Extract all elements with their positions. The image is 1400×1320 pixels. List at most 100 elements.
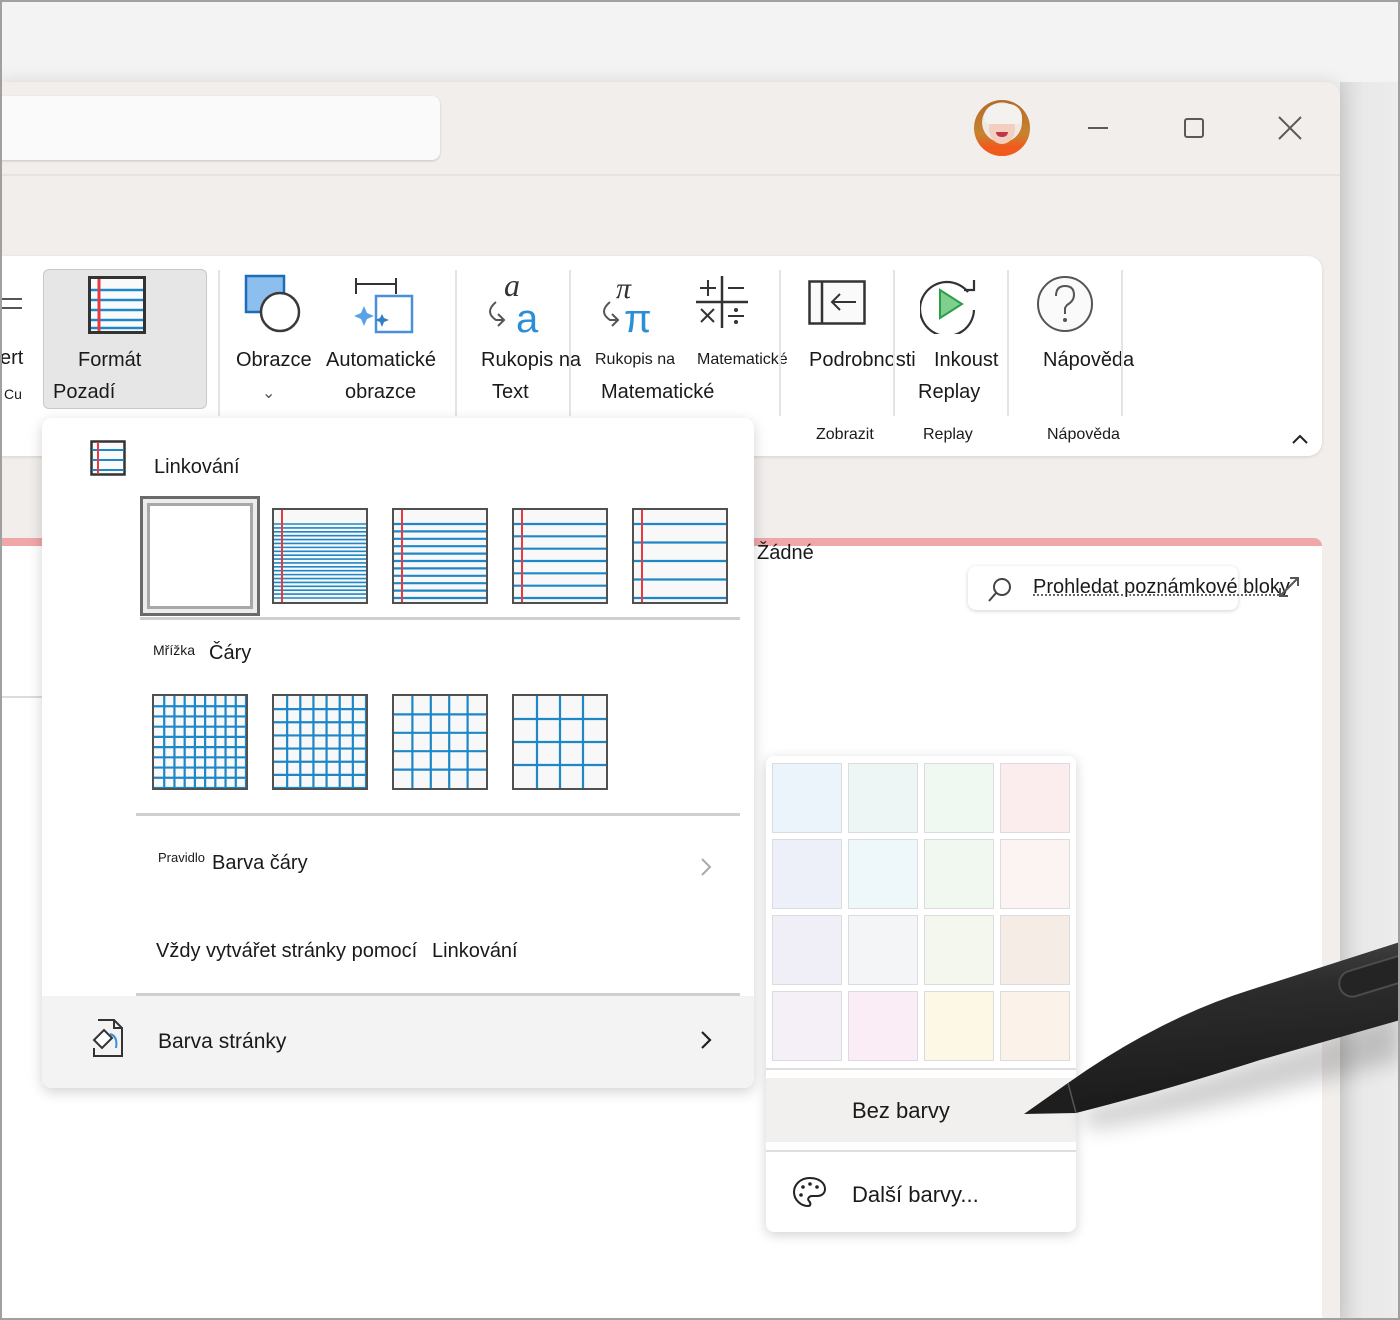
ruled-lines-heading: Linkování [154,456,240,478]
maximize-button[interactable] [1174,108,1214,148]
color-swatch[interactable] [924,763,994,833]
ribbon-separator [893,270,895,416]
none-label: Žádné [757,542,814,564]
color-swatch[interactable] [772,915,842,985]
ink-replay-label-2: Replay [918,381,981,403]
ribbon-separator [779,270,781,416]
auto-shapes-icon [354,278,414,334]
math-label: Matematické [697,351,788,368]
shapes-label: Obrazce [236,349,312,371]
auto-shapes-button[interactable]: Automatické obrazce [326,270,448,410]
color-swatch[interactable] [848,991,918,1061]
ink-replay-icon [920,280,976,334]
title-divider [0,174,1340,176]
details-label: Podrobnosti [809,349,916,371]
color-swatch[interactable] [924,915,994,985]
shapes-button[interactable]: Obrazce ⌄ [232,270,322,410]
view-group-label: Zobrazit [816,426,874,443]
blank-page-preview [147,503,253,609]
color-swatch[interactable] [924,839,994,909]
help-button[interactable]: Nápověda [1036,270,1146,380]
divider [766,1068,1076,1070]
grid-lines-heading: Čáry [209,642,252,664]
insert-icon [0,298,22,309]
page-color-popup: Bez barvy Další barvy... [766,756,1076,1232]
color-swatch[interactable] [1000,763,1070,833]
math-icon [696,276,748,328]
ink-to-math-label: Rukopis na [595,351,676,368]
ruled-option-none[interactable] [140,496,260,616]
ribbon-separator [1007,270,1009,416]
grid-small-label: Mřížka [153,642,195,658]
color-swatch[interactable] [1000,991,1070,1061]
page-color-menu-item[interactable]: Barva stránky [42,996,754,1088]
title-search-input[interactable] [0,96,440,160]
ink-replay-label-1: Inkoust [934,349,999,371]
color-swatch[interactable] [924,991,994,1061]
grid-option-very-large[interactable] [512,694,608,790]
shapes-chevron-icon: ⌄ [262,385,276,402]
ribbon-separator [218,270,220,416]
search-icon [988,578,1011,602]
ruled-option-wide[interactable] [632,508,728,604]
format-label-1: Formát [78,349,142,371]
close-button[interactable] [1270,108,1310,148]
color-swatch[interactable] [848,839,918,909]
page-list-divider [0,696,42,698]
paint-bucket-icon [92,1019,123,1057]
ink-to-text-button[interactable]: a a Rukopis na Text [478,270,590,410]
page-color-label: Barva stránky [158,1030,287,1053]
ink-to-text-label-2: Text [492,381,529,403]
ruled-option-college[interactable] [392,508,488,604]
math-button[interactable]: Matematické [694,270,802,380]
details-pane-icon [808,280,866,325]
color-swatch[interactable] [848,763,918,833]
chevron-right-icon [701,1031,712,1049]
shapes-icon [244,274,301,333]
search-placeholder: Prohledat poznámkové bloky [1033,576,1290,598]
grid-option-large[interactable] [392,694,488,790]
color-swatch[interactable] [772,991,842,1061]
ink-replay-button[interactable]: Inkoust Replay [912,270,1006,410]
replay-group-label: Replay [923,426,973,443]
chevron-right-icon [701,858,712,876]
svg-text:a: a [516,297,539,338]
color-swatch[interactable] [1000,839,1070,909]
user-avatar[interactable] [974,100,1030,156]
grid-option-small[interactable] [152,694,248,790]
grid-option-medium[interactable] [272,694,368,790]
ruled-option-standard[interactable] [512,508,608,604]
color-swatch[interactable] [772,839,842,909]
divider [766,1150,1076,1152]
ruled-option-narrow[interactable] [272,508,368,604]
ink-to-math-button[interactable]: π π Rukopis na [592,270,692,380]
collapse-ribbon-icon[interactable] [1290,432,1310,446]
help-icon [1037,276,1093,332]
details-button[interactable]: Podrobnosti [806,270,918,380]
always-create-label: Vždy vytvářet stránky pomocí [156,940,418,962]
expand-icon[interactable] [1276,574,1302,600]
help-group-label: Nápověda [1047,426,1120,443]
insert-label: ert [0,347,24,369]
line-color-menu-item[interactable]: Pravidlo Barva čáry [42,828,754,898]
no-color-button[interactable]: Bez barvy [766,1078,1076,1142]
format-background-panel: Linkování Mřížka Čáry Pravidlo Barva čár… [42,418,754,1088]
always-create-value: Linkování [432,940,518,962]
color-swatch[interactable] [848,915,918,985]
ink-to-text-icon: a a [489,272,539,338]
divider [140,617,740,620]
color-swatch[interactable] [1000,915,1070,985]
ribbon-separator [455,270,457,416]
format-background-button[interactable]: Formát Pozadí [43,269,207,409]
ribbon-separator [1121,270,1123,416]
ink-to-math-icon: π π [603,272,652,338]
palette-icon [792,1176,827,1208]
ruled-paper-icon [88,276,146,334]
math-group-label: Matematické [601,381,715,403]
no-color-label: Bez barvy [852,1098,950,1123]
more-colors-button[interactable]: Další barvy... [766,1154,1076,1230]
color-swatch[interactable] [772,763,842,833]
always-create-menu-item[interactable]: Vždy vytvářet stránky pomocí Linkování [42,918,754,988]
minimize-button[interactable] [1078,108,1118,148]
format-label-2: Pozadí [53,381,116,403]
